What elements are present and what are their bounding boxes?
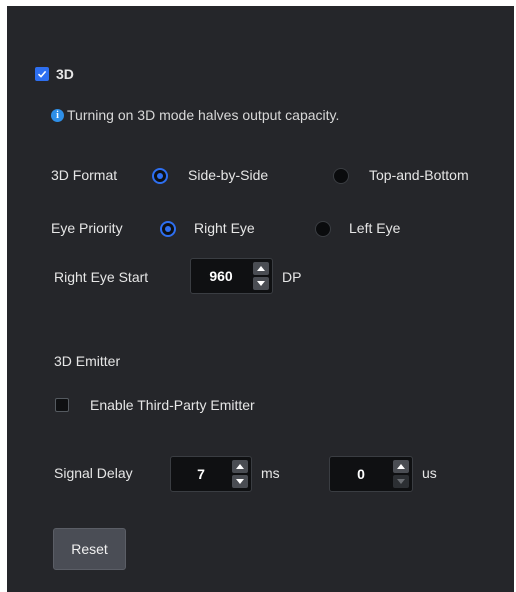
- radio-top-and-bottom[interactable]: [333, 168, 349, 184]
- right-eye-label[interactable]: Right Eye: [194, 220, 255, 236]
- decrement-arrow-icon[interactable]: [253, 277, 269, 290]
- enable-third-party-emitter-checkbox[interactable]: [55, 398, 69, 412]
- 3d-format-label: 3D Format: [51, 167, 118, 183]
- decrement-arrow-icon[interactable]: [232, 475, 248, 488]
- enable-third-party-emitter-label[interactable]: Enable Third-Party Emitter: [90, 397, 255, 413]
- right-eye-start-label: Right Eye Start: [54, 269, 149, 285]
- signal-delay-us-value[interactable]: 0: [330, 457, 392, 491]
- spinner-arrows: [393, 460, 409, 488]
- side-by-side-label[interactable]: Side-by-Side: [188, 167, 268, 183]
- signal-delay-us-unit: us: [422, 465, 437, 481]
- right-eye-start-unit: DP: [282, 269, 302, 285]
- increment-arrow-icon[interactable]: [253, 262, 269, 275]
- info-text: Turning on 3D mode halves output capacit…: [67, 107, 340, 123]
- info-icon: i: [51, 109, 64, 122]
- spinner-arrows: [253, 262, 269, 290]
- reset-button[interactable]: Reset: [53, 528, 126, 570]
- decrement-arrow-icon[interactable]: [393, 475, 409, 488]
- top-and-bottom-label[interactable]: Top-and-Bottom: [369, 167, 469, 183]
- signal-delay-ms-unit: ms: [261, 465, 280, 481]
- signal-delay-ms-spinner[interactable]: 7: [170, 456, 252, 492]
- increment-arrow-icon[interactable]: [393, 460, 409, 473]
- 3d-settings-panel: 3D i Turning on 3D mode halves output ca…: [7, 6, 514, 592]
- signal-delay-us-spinner[interactable]: 0: [329, 456, 413, 492]
- signal-delay-ms-value[interactable]: 7: [171, 457, 231, 491]
- radio-side-by-side[interactable]: [152, 168, 168, 184]
- 3d-checkbox-label: 3D: [56, 66, 74, 82]
- increment-arrow-icon[interactable]: [232, 460, 248, 473]
- 3d-emitter-section-label: 3D Emitter: [54, 353, 121, 369]
- spinner-arrows: [232, 460, 248, 488]
- right-eye-start-spinner[interactable]: 960: [190, 258, 273, 294]
- signal-delay-label: Signal Delay: [54, 465, 133, 481]
- check-icon: [37, 70, 47, 78]
- 3d-checkbox[interactable]: [35, 67, 49, 81]
- radio-left-eye[interactable]: [315, 221, 331, 237]
- right-eye-start-value[interactable]: 960: [191, 259, 251, 293]
- left-eye-label[interactable]: Left Eye: [349, 220, 400, 236]
- eye-priority-label: Eye Priority: [51, 220, 123, 236]
- radio-right-eye[interactable]: [160, 221, 176, 237]
